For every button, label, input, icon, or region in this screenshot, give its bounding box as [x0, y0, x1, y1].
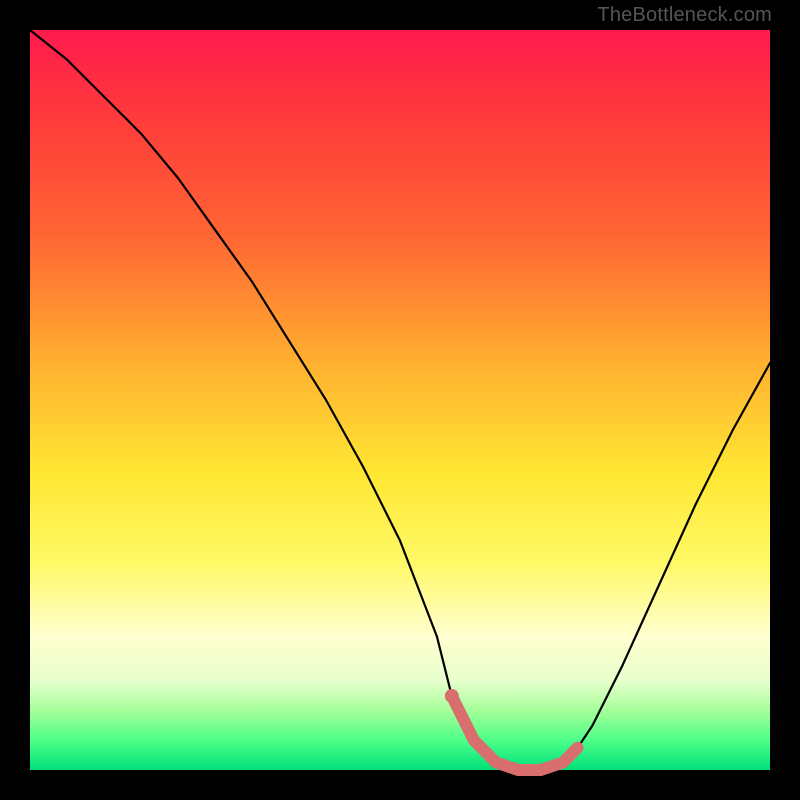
chart-svg [30, 30, 770, 770]
highlight-band [452, 696, 578, 770]
plot-area [30, 30, 770, 770]
watermark-text: TheBottleneck.com [597, 4, 772, 27]
chart-frame: TheBottleneck.com [0, 0, 800, 800]
bottleneck-curve [30, 30, 770, 770]
marker-dot [445, 689, 459, 703]
